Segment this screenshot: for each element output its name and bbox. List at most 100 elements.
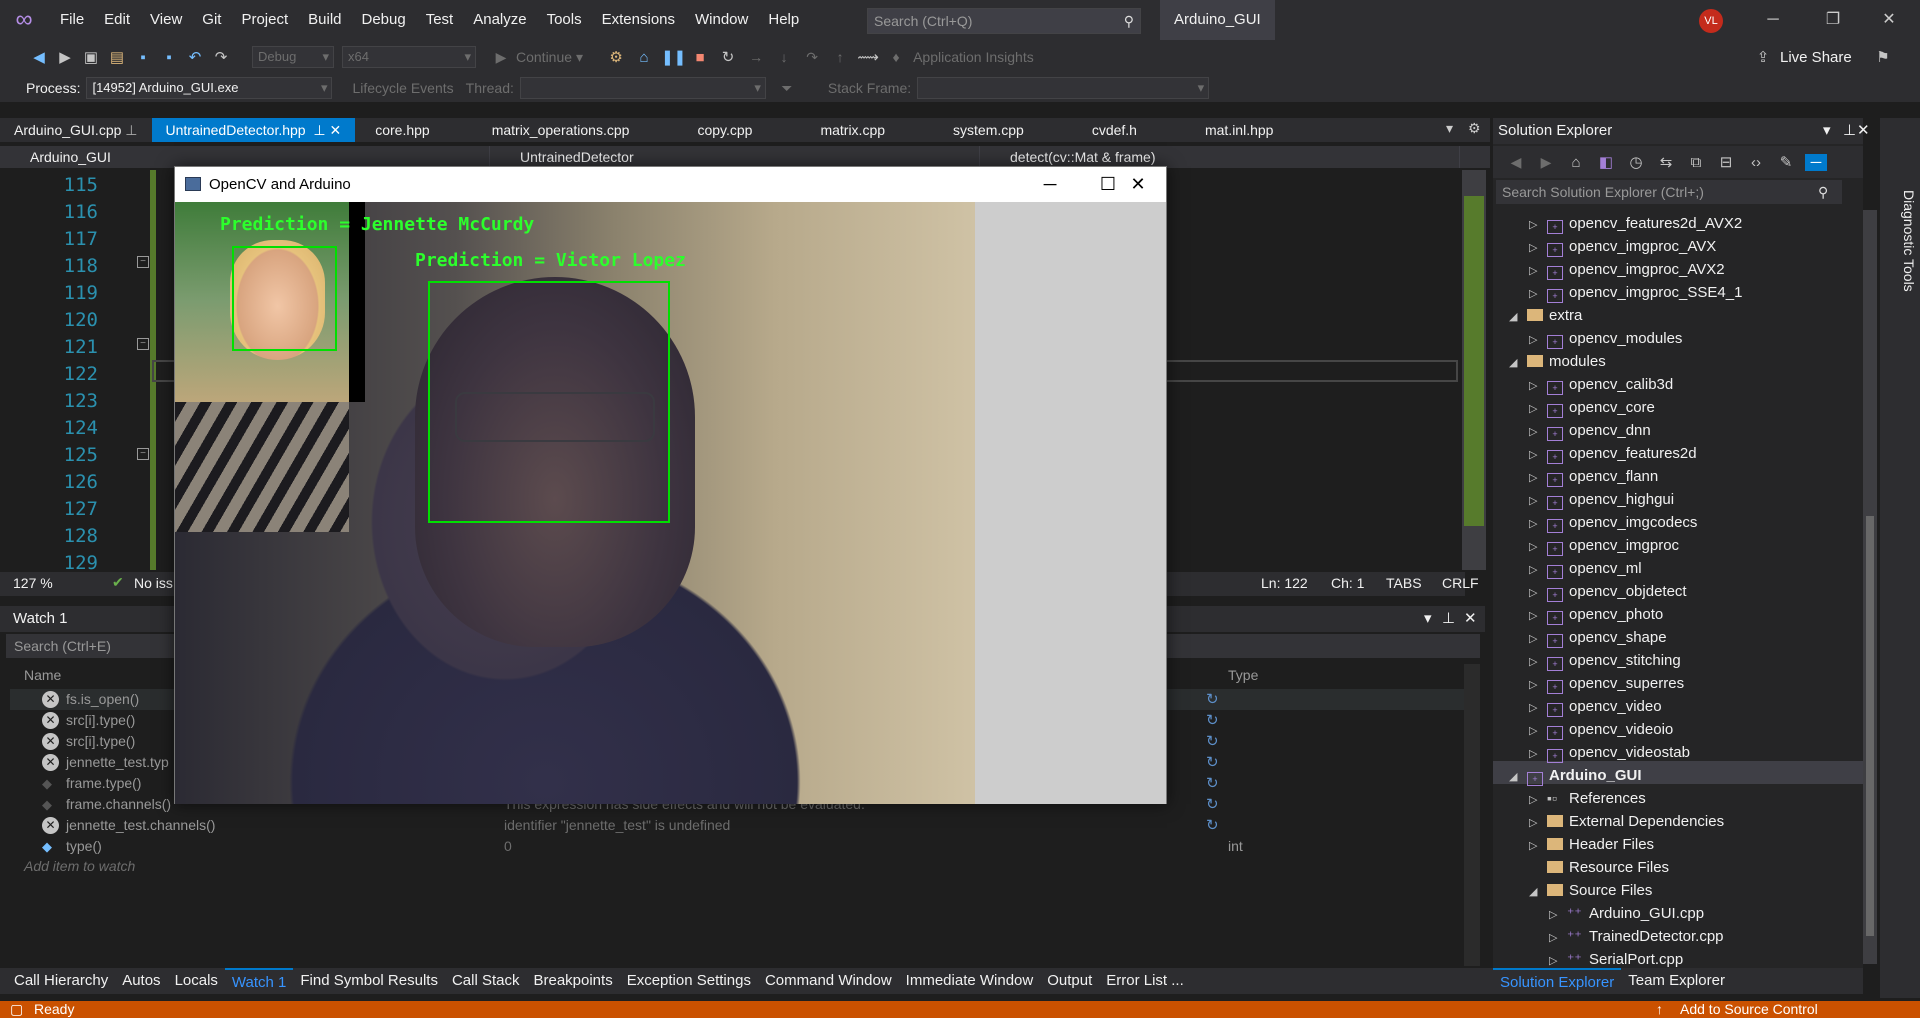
tree-item[interactable]: ▷ + opencv_features2d (1529, 442, 1697, 465)
collapsed-arrow-icon[interactable]: ▷ (1529, 398, 1547, 421)
refresh-icon[interactable]: ↻ (1206, 773, 1219, 794)
tree-item[interactable]: ▷ External Dependencies (1529, 810, 1724, 833)
member-scope-select[interactable]: detect(cv::Mat & frame) (980, 146, 1460, 168)
watch-name[interactable]: jennette_test.typ (66, 752, 169, 773)
app-insights-button[interactable]: Application Insights (913, 49, 1034, 65)
tab-watch-1[interactable]: Watch 1 (224, 968, 294, 994)
refresh-icon[interactable]: ↻ (1206, 794, 1219, 815)
save-icon[interactable]: ▪ (132, 49, 154, 66)
tab-breakpoints[interactable]: Breakpoints (526, 968, 619, 994)
tab-arduino-gui-cpp[interactable]: Arduino_GUI.cpp ⊥ (0, 118, 152, 142)
browser-icon[interactable]: ⌂ (633, 49, 655, 66)
minimize-icon[interactable]: ─ (1750, 0, 1796, 40)
watch-name[interactable]: frame.type() (66, 773, 141, 794)
opencv-window-title[interactable]: OpenCV and Arduino (175, 167, 1166, 202)
tree-item[interactable]: ▷ ⁺⁺ Arduino_GUI.cpp (1549, 902, 1704, 925)
tree-item[interactable]: ▷ + opencv_core (1529, 396, 1655, 419)
window-menu-chevron-down-icon[interactable]: ▾ (1424, 606, 1432, 632)
tab-settings-gear-icon[interactable]: ⚙ (1468, 120, 1481, 137)
editor-scrollbar[interactable] (1462, 170, 1486, 570)
close-icon[interactable]: ✕ (1866, 0, 1912, 40)
menu-tools[interactable]: Tools (537, 0, 592, 40)
tree-item[interactable]: ▷ + opencv_dnn (1529, 419, 1651, 442)
watch-name[interactable]: src[i].type() (66, 731, 135, 752)
tree-item[interactable]: ▷ ▪▫ References (1529, 787, 1646, 810)
continue-chevron-down-icon[interactable]: ▾ (576, 49, 583, 66)
menu-debug[interactable]: Debug (352, 0, 416, 40)
tab-autos[interactable]: Autos (115, 968, 167, 994)
issues-status[interactable]: No iss (134, 575, 173, 591)
type-scope-select[interactable]: UntrainedDetector (490, 146, 980, 168)
collapsed-arrow-icon[interactable]: ▷ (1529, 674, 1547, 697)
forward-icon[interactable]: ▶ (1535, 154, 1557, 171)
collapsed-arrow-icon[interactable]: ▷ (1529, 743, 1547, 766)
tree-item[interactable]: ▷ + opencv_modules (1529, 327, 1682, 350)
collapsed-arrow-icon[interactable]: ▷ (1529, 237, 1547, 260)
tree-item[interactable]: ▷ + opencv_calib3d (1529, 373, 1673, 396)
step-out-icon[interactable]: ↑ (829, 49, 851, 65)
tree-item[interactable]: ▷ + opencv_objdetect (1529, 580, 1687, 603)
menu-file[interactable]: File (50, 0, 94, 40)
collapsed-arrow-icon[interactable]: ▷ (1549, 904, 1567, 927)
tab-cvdef-h[interactable]: cvdef.h (1078, 118, 1151, 142)
expanded-arrow-icon[interactable]: ◢ (1529, 881, 1547, 904)
thread-select[interactable] (519, 77, 766, 99)
window-menu-chevron-down-icon[interactable]: ▾ (1823, 118, 1831, 144)
tab-find-symbol-results[interactable]: Find Symbol Results (293, 968, 445, 994)
collapsed-arrow-icon[interactable]: ▷ (1529, 582, 1547, 605)
live-share-button[interactable]: Live Share (1780, 49, 1852, 66)
tab-matrix-cpp[interactable]: matrix.cpp (806, 118, 899, 142)
pin-icon[interactable]: ⊥ (1843, 118, 1856, 144)
expanded-arrow-icon[interactable]: ◢ (1509, 766, 1527, 789)
app-insights-icon[interactable]: ♦ (885, 49, 907, 65)
collapsed-arrow-icon[interactable]: ▷ (1529, 421, 1547, 444)
tree-item[interactable]: ▷ + opencv_features2d_AVX2 (1529, 212, 1742, 235)
tree-item[interactable]: Resource Files (1529, 856, 1669, 879)
expanded-arrow-icon[interactable]: ◢ (1509, 306, 1527, 329)
tree-item[interactable]: ▷ + opencv_superres (1529, 672, 1684, 695)
watch-name[interactable]: src[i].type() (66, 710, 135, 731)
pin-icon[interactable]: ⊥ (313, 122, 325, 138)
project-scope-select[interactable]: Arduino_GUI (0, 146, 490, 168)
tab-system-cpp[interactable]: system.cpp (939, 118, 1038, 142)
menu-help[interactable]: Help (758, 0, 809, 40)
tree-item[interactable]: ▷ Header Files (1529, 833, 1654, 856)
redo-icon[interactable]: ↷ (210, 48, 232, 66)
refresh-icon[interactable]: ↻ (1206, 815, 1219, 836)
collapse-icon[interactable]: − (137, 256, 149, 268)
tree-item[interactable]: ▷ + opencv_videostab (1529, 741, 1690, 764)
save-all-icon[interactable]: ▪ (158, 49, 180, 66)
tree-item[interactable]: ▷ + opencv_video (1529, 695, 1662, 718)
collapsed-arrow-icon[interactable]: ▷ (1529, 789, 1547, 812)
watch-name[interactable]: type() (66, 836, 102, 857)
diagnostic-tools-tab[interactable]: Diagnostic Tools (1877, 190, 1917, 292)
solution-explorer-scrollbar[interactable] (1863, 210, 1877, 964)
hot-reload-icon[interactable]: ⟿ (857, 48, 879, 66)
collapsed-arrow-icon[interactable]: ▷ (1529, 835, 1547, 858)
tree-item[interactable]: ▷ + opencv_stitching (1529, 649, 1681, 672)
collapsed-arrow-icon[interactable]: ▷ (1529, 651, 1547, 674)
tree-item[interactable]: ▷ + opencv_shape (1529, 626, 1667, 649)
pending-changes-icon[interactable]: ◷ (1625, 153, 1647, 171)
collapse-icon[interactable]: − (137, 448, 149, 460)
tab-output[interactable]: Output (1040, 968, 1099, 994)
menu-view[interactable]: View (140, 0, 192, 40)
watch-name[interactable]: jennette_test.channels() (66, 815, 215, 836)
view-code-icon[interactable]: ‹› (1745, 154, 1767, 171)
collapsed-arrow-icon[interactable]: ▷ (1529, 605, 1547, 628)
collapsed-arrow-icon[interactable]: ▷ (1529, 513, 1547, 536)
collapsed-arrow-icon[interactable]: ▷ (1529, 720, 1547, 743)
collapse-icon[interactable]: − (137, 338, 149, 350)
tab-immediate-window[interactable]: Immediate Window (899, 968, 1041, 994)
show-next-statement-icon[interactable]: → (745, 49, 767, 65)
column-header-name[interactable]: Name (24, 667, 61, 683)
collapsed-arrow-icon[interactable]: ▷ (1529, 375, 1547, 398)
lifecycle-events-button[interactable]: Lifecycle Events (352, 80, 453, 96)
filter-icon[interactable]: ⏷ (776, 80, 798, 97)
tree-item[interactable]: ▷ + opencv_photo (1529, 603, 1663, 626)
refresh-icon[interactable]: ↻ (1206, 689, 1219, 710)
restore-icon[interactable]: ❐ (1810, 0, 1856, 40)
tree-item[interactable]: ◢ extra (1509, 304, 1582, 327)
tab-error-list[interactable]: Error List ... (1099, 968, 1191, 994)
solution-search-input[interactable]: Search Solution Explorer (Ctrl+;) ⚲ (1496, 180, 1842, 204)
